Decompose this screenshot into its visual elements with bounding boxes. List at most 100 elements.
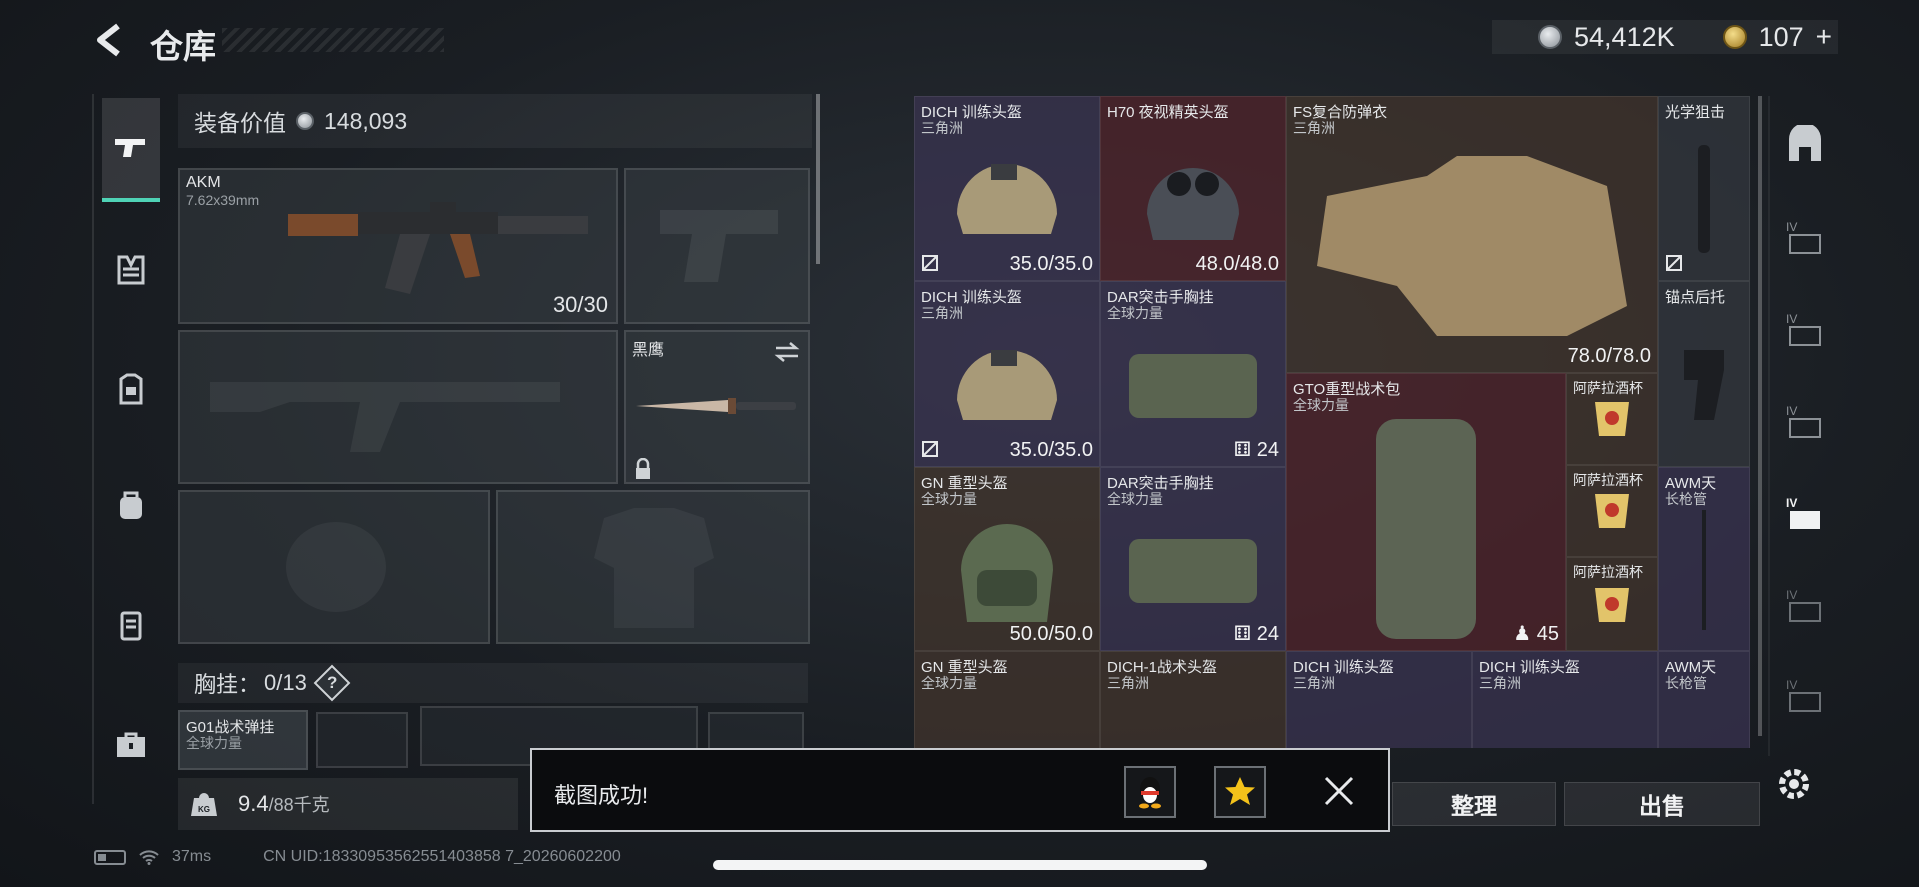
broken-shield-icon	[1666, 255, 1682, 271]
tab-armor[interactable]	[102, 338, 160, 442]
sell-button[interactable]: 出售	[1564, 782, 1760, 826]
goblet-icon	[1595, 587, 1629, 622]
equipment-value-bar: 装备价值 148,093	[178, 94, 812, 148]
inventory-item[interactable]: DICH 训练头盔 三角洲 35.0/35.0	[914, 281, 1100, 467]
stock-icon	[1684, 350, 1724, 421]
storage-level-icon: IV	[1786, 496, 1820, 529]
tab-storage-2[interactable]: IV	[1782, 306, 1828, 352]
inventory-item[interactable]: 阿萨拉酒杯	[1566, 557, 1658, 651]
svg-text:IV: IV	[1786, 220, 1797, 234]
akm-rifle-icon	[288, 202, 588, 294]
wifi-icon	[139, 850, 159, 865]
inventory-item[interactable]: DICH-1战术头盔 三角洲	[1100, 651, 1286, 748]
melee-slot[interactable]: 黑鹰	[624, 330, 810, 484]
backup-weapon-slot[interactable]	[178, 330, 618, 484]
inventory-scrollbar[interactable]	[1758, 96, 1762, 736]
panel-scrollbar[interactable]	[816, 94, 820, 264]
home-indicator[interactable]	[713, 860, 1207, 870]
lock-icon	[636, 458, 650, 479]
tab-storage-3[interactable]: IV	[1782, 398, 1828, 444]
pistol-silhouette-icon	[660, 210, 778, 282]
body-armor-slot[interactable]	[496, 490, 810, 644]
helmet-slot[interactable]	[178, 490, 490, 644]
toolbox-icon	[117, 732, 145, 757]
inventory-grid: DICH 训练头盔 三角洲 35.0/35.0 H70 夜视精英头盔 48.0/…	[914, 96, 1750, 748]
gold-add-button[interactable]: +	[1816, 21, 1832, 53]
gear-icon	[1779, 769, 1809, 799]
share-qq-button[interactable]	[1124, 766, 1176, 818]
current-weight: 9.4	[238, 791, 269, 816]
svg-text:IV: IV	[1786, 312, 1797, 326]
storage-tabs: IV IV IV IV IV IV	[1768, 96, 1838, 756]
close-icon	[1324, 776, 1354, 806]
inventory-item[interactable]: DICH 训练头盔 三角洲 35.0/35.0	[914, 96, 1100, 281]
close-button[interactable]	[1320, 772, 1358, 810]
case-icon	[120, 611, 142, 641]
inventory-item[interactable]: DICH 训练头盔 三角洲	[1286, 651, 1472, 748]
share-qzone-button[interactable]	[1214, 766, 1266, 818]
inventory-item[interactable]: FS复合防弹衣 三角洲 78.0/78.0	[1286, 96, 1658, 373]
tab-case[interactable]	[102, 574, 160, 678]
inventory-item[interactable]: DICH 训练头盔 三角洲	[1472, 651, 1658, 748]
qzone-star-icon	[1225, 777, 1255, 805]
tab-all-storage[interactable]	[1782, 122, 1828, 168]
swap-icon[interactable]	[774, 342, 800, 362]
page-title: 仓库	[150, 28, 216, 65]
chest-rig-bar: 胸挂： 0/13 ?	[178, 663, 808, 703]
primary-weapon-slot[interactable]: AKM 7.62x39mm 30/30	[178, 168, 618, 324]
inventory-item[interactable]: AWM天 长枪管	[1658, 651, 1750, 748]
tab-storage-1[interactable]: IV	[1782, 214, 1828, 260]
weight-bar: KG 9.4/88千克	[178, 778, 518, 830]
armor-silhouette-icon	[594, 508, 714, 628]
knife-icon	[636, 398, 796, 414]
back-button[interactable]	[92, 22, 128, 58]
backpack-item-icon	[1376, 418, 1476, 639]
weapon-ammo: 30/30	[552, 292, 608, 317]
tab-toolbox[interactable]	[102, 694, 160, 798]
screenshot-toast: 截图成功!	[530, 748, 1390, 832]
inventory-item[interactable]: 阿萨拉酒杯	[1566, 465, 1658, 557]
chest-rig-item-icon	[1129, 354, 1257, 419]
svg-text:IV: IV	[1786, 588, 1797, 602]
svg-text:IV: IV	[1786, 678, 1797, 692]
settings-button[interactable]	[1772, 762, 1816, 806]
armor-icon	[119, 373, 143, 405]
inventory-item[interactable]: H70 夜视精英头盔 48.0/48.0	[1100, 96, 1286, 281]
inventory-item[interactable]: 阿萨拉酒杯	[1566, 373, 1658, 465]
barrel-icon	[1702, 509, 1706, 630]
broken-shield-icon	[922, 441, 938, 457]
user-uid: CN UID:18330953562551403858 7_2026060220…	[263, 848, 621, 865]
help-button[interactable]: ?	[313, 664, 351, 702]
chest-rig-item[interactable]: G01战术弹挂 全球力量	[178, 710, 308, 770]
sort-button[interactable]: 整理	[1392, 782, 1556, 826]
storage-level-icon: IV	[1786, 312, 1821, 346]
tab-storage-6[interactable]: IV	[1782, 672, 1828, 718]
inventory-item[interactable]: GN 重型头盔 全球力量	[914, 651, 1100, 748]
storage-level-icon: IV	[1786, 220, 1821, 254]
storage-level-icon: IV	[1786, 588, 1821, 622]
inventory-item[interactable]: 锚点后托	[1658, 281, 1750, 467]
tab-weapons[interactable]	[102, 98, 160, 202]
svg-text:KG: KG	[198, 805, 210, 814]
equipment-value: 148,093	[324, 107, 408, 134]
inventory-item[interactable]: 光学狙击	[1658, 96, 1750, 281]
body-armor-icon	[1317, 156, 1627, 336]
broken-shield-icon	[922, 255, 938, 271]
weapon-caliber: 7.62x39mm	[186, 192, 260, 208]
chest-rig-item-icon	[1129, 538, 1257, 603]
heavy-helmet-icon	[961, 523, 1053, 622]
scope-icon	[1698, 145, 1710, 254]
silver-coin-icon	[296, 112, 314, 130]
weight-icon: KG	[191, 792, 217, 816]
inventory-item[interactable]: GN 重型头盔 全球力量 50.0/50.0	[914, 467, 1100, 651]
rig-pocket-slot[interactable]	[316, 712, 408, 768]
tab-backpack[interactable]	[102, 454, 160, 558]
tab-storage-4-active[interactable]: IV	[1782, 490, 1828, 536]
inventory-item[interactable]: AWM天 长枪管	[1658, 467, 1750, 651]
inventory-item[interactable]: GTO重型战术包 全球力量 ♟ 45	[1286, 373, 1566, 651]
secondary-weapon-slot[interactable]	[624, 168, 810, 324]
inventory-item[interactable]: DAR突击手胸挂 全球力量 ⚅ 24	[1100, 467, 1286, 651]
inventory-item[interactable]: DAR突击手胸挂 全球力量 ⚅ 24	[1100, 281, 1286, 467]
tab-storage-5[interactable]: IV	[1782, 582, 1828, 628]
tab-chest-rig[interactable]	[102, 218, 160, 322]
